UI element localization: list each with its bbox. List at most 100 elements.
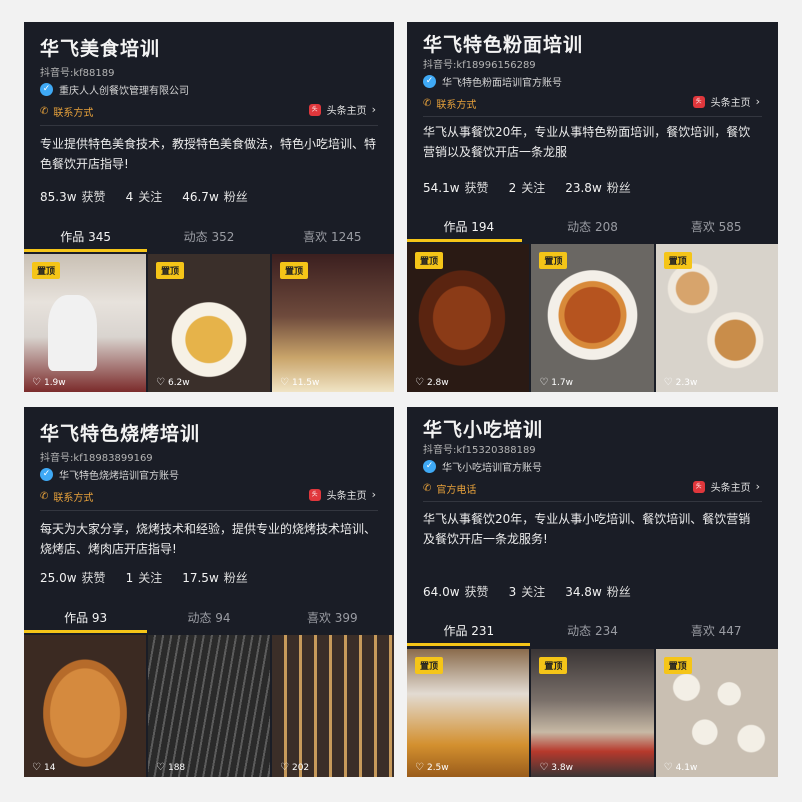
video-thumbnail[interactable]: ♡ 14 (24, 635, 146, 777)
chevron-right-icon: › (755, 480, 760, 493)
contact-button[interactable]: ✆ 联系方式 (40, 104, 93, 119)
toutiao-label: 头条主页 (710, 98, 751, 109)
stat-followers[interactable]: 23.8w 粉丝 (565, 179, 631, 196)
stat-followers[interactable]: 34.8w 粉丝 (565, 583, 631, 600)
profile-bio: 每天为大家分享，烧烤技术和经验，提供专业的烧烤技术培训、烧烤店、烤肉店开店指导! (40, 522, 377, 556)
tab-likes[interactable]: 喜欢 399 (271, 609, 394, 633)
video-thumbnail[interactable]: 置顶 ♡ 2.5w (407, 649, 530, 777)
profile-bio: 华飞从事餐饮20年，专业从事小吃培训、餐饮培训、餐饮营销及餐饮开店一条龙服务! (423, 512, 751, 546)
douyin-id: 抖音号:kf18996156289 (423, 60, 536, 71)
video-thumbnail[interactable]: 置顶 ♡ 1.9w (24, 254, 146, 392)
stat-value: 4 (125, 190, 134, 204)
heart-icon: ♡ (539, 762, 549, 773)
pinned-badge: 置顶 (539, 657, 568, 674)
stat-followers[interactable]: 46.7w 粉丝 (182, 188, 248, 205)
like-count-value: 11.5w (291, 377, 320, 388)
tab-activity[interactable]: 动态 234 (531, 622, 655, 646)
divider (40, 125, 378, 126)
phone-icon: ✆ (40, 106, 49, 117)
like-count-value: 188 (167, 762, 186, 773)
stat-value: 46.7w (182, 190, 219, 204)
toutiao-link[interactable]: 头 头条主页 › (308, 487, 376, 502)
like-count-value: 1.9w (43, 377, 66, 388)
stat-label: 获赞 (464, 181, 489, 195)
stat-label: 粉丝 (606, 181, 631, 195)
stat-value: 85.3w (40, 190, 77, 204)
stat-value: 2 (508, 181, 517, 195)
stat-following[interactable]: 2 关注 (509, 179, 546, 196)
checkmark-icon: ✓ (40, 468, 53, 481)
profile-bio: 华飞从事餐饮20年，专业从事特色粉面培训，餐饮培训，餐饮营销以及餐饮开店一条龙服 (423, 125, 751, 159)
stat-label: 关注 (521, 181, 546, 195)
toutiao-link[interactable]: 头 头条主页 › (692, 479, 760, 494)
toutiao-link[interactable]: 头 头条主页 › (692, 94, 760, 109)
video-thumbnail[interactable]: ♡ 202 (272, 635, 394, 777)
contact-button[interactable]: ✆ 联系方式 (423, 96, 476, 111)
tab-likes[interactable]: 喜欢 585 (654, 218, 778, 242)
contact-label: 联系方式 (53, 108, 94, 119)
tab-likes[interactable]: 喜欢 447 (654, 622, 778, 646)
stat-likes[interactable]: 64.0w 获赞 (423, 583, 489, 600)
like-count-value: 3.8w (551, 762, 573, 773)
like-count: ♡ 202 (280, 762, 309, 773)
profile-title: 华飞小吃培训 (423, 419, 544, 441)
checkmark-icon: ✓ (40, 83, 53, 96)
profile-title: 华飞特色粉面培训 (423, 34, 584, 56)
pinned-badge: 置顶 (156, 262, 185, 279)
phone-icon: ✆ (423, 98, 432, 109)
contact-button[interactable]: ✆ 联系方式 (40, 489, 93, 504)
stat-value: 64.0w (423, 585, 460, 599)
stat-value: 1 (125, 571, 134, 585)
pinned-badge: 置顶 (663, 657, 692, 674)
like-count: ♡ 2.8w (415, 377, 449, 388)
pinned-badge: 置顶 (280, 262, 309, 279)
video-thumbnail[interactable]: 置顶 ♡ 11.5w (272, 254, 394, 392)
toutiao-label: 头条主页 (326, 106, 367, 117)
stat-following[interactable]: 3 关注 (509, 583, 546, 600)
video-thumbnail[interactable]: 置顶 ♡ 4.1w (655, 649, 778, 777)
video-thumbnail[interactable]: 置顶 ♡ 1.7w (531, 244, 654, 392)
video-thumbnail[interactable]: 置顶 ♡ 2.8w (407, 244, 530, 392)
stat-label: 粉丝 (223, 190, 248, 204)
pinned-badge: 置顶 (32, 262, 61, 279)
like-count: ♡ 6.2w (156, 377, 190, 388)
profile-card-bbq: 华飞特色烧烤培训 抖音号:kf18983899169 ✓ 华飞特色烧烤培训官方账… (24, 407, 394, 777)
stat-label: 获赞 (464, 585, 489, 599)
chevron-right-icon: › (755, 95, 760, 108)
profile-card-noodles: 华飞特色粉面培训 抖音号:kf18996156289 ✓ 华飞特色粉面培训官方账… (407, 22, 778, 392)
stat-likes[interactable]: 54.1w 获赞 (423, 179, 489, 196)
tab-activity[interactable]: 动态 94 (147, 609, 270, 633)
stat-likes[interactable]: 85.3w 获赞 (40, 188, 106, 205)
tab-activity[interactable]: 动态 208 (531, 218, 655, 242)
profile-tabs: 作品 345 动态 352 喜欢 1245 (24, 228, 394, 252)
video-grid: ♡ 14 ♡ 188 ♡ 202 (24, 635, 394, 777)
douyin-id: 抖音号:kf88189 (40, 68, 115, 79)
tab-activity[interactable]: 动态 352 (147, 228, 270, 252)
verified-row: ✓ 重庆人人创餐饮管理有限公司 (40, 82, 189, 97)
video-thumbnail[interactable]: 置顶 ♡ 3.8w (531, 649, 654, 777)
toutiao-link[interactable]: 头 头条主页 › (308, 102, 376, 117)
video-thumbnail[interactable]: 置顶 ♡ 6.2w (148, 254, 270, 392)
tab-likes[interactable]: 喜欢 1245 (271, 228, 394, 252)
like-count: ♡ 4.1w (664, 762, 698, 773)
stat-followers[interactable]: 17.5w 粉丝 (182, 569, 248, 586)
verified-row: ✓ 华飞小吃培训官方账号 (423, 459, 542, 474)
active-tab-indicator (24, 630, 147, 633)
stat-following[interactable]: 1 关注 (126, 569, 163, 586)
profile-title: 华飞特色烧烤培训 (40, 423, 201, 445)
phone-icon: ✆ (423, 483, 432, 494)
stats-row: 25.0w 获赞 1 关注 17.5w 粉丝 (40, 569, 268, 586)
video-thumbnail[interactable]: ♡ 188 (148, 635, 270, 777)
video-thumbnail[interactable]: 置顶 ♡ 2.3w (655, 244, 778, 392)
verified-label: 重庆人人创餐饮管理有限公司 (59, 86, 189, 97)
stat-value: 3 (508, 585, 517, 599)
pinned-badge: 置顶 (415, 252, 444, 269)
douyin-id: 抖音号:kf18983899169 (40, 453, 153, 464)
stat-value: 34.8w (565, 585, 602, 599)
stat-likes[interactable]: 25.0w 获赞 (40, 569, 106, 586)
official-phone-button[interactable]: ✆ 官方电话 (423, 481, 476, 496)
stat-label: 粉丝 (223, 571, 248, 585)
stat-following[interactable]: 4 关注 (126, 188, 163, 205)
toutiao-label: 头条主页 (710, 483, 751, 494)
douyin-id: 抖音号:kf15320388189 (423, 445, 536, 456)
